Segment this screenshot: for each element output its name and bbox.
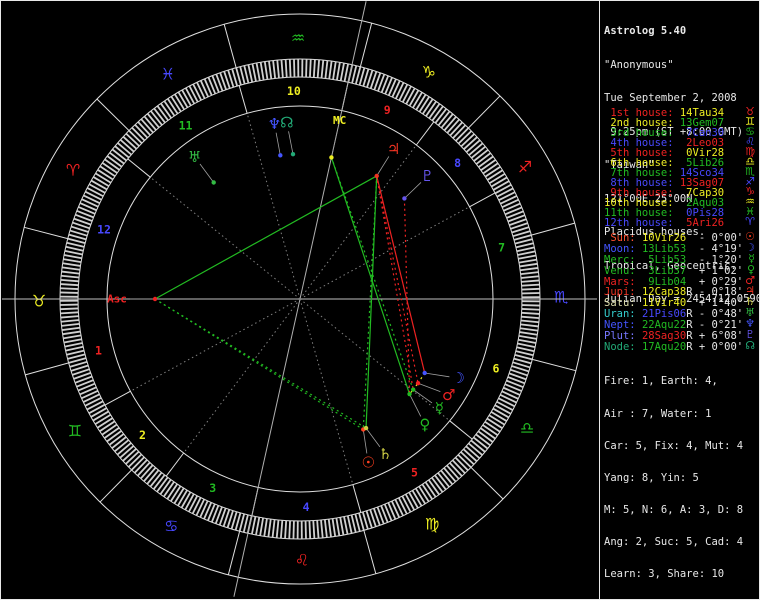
asc-label: Asc: [107, 293, 127, 306]
summary-line-house-types: Ang: 2, Suc: 5, Cad: 4: [604, 536, 744, 549]
uranus-icon: ♅: [188, 148, 201, 166]
astrolog-window: ♈ ♉ ♊ ♋ ♌ ♍ ♎ ♏ ♐ ♑ ♒ ♓ 1 2 3 4 5 6 7 8 9 10 11 12 ☉ ☽ ☿ ♀ ♂ ♃ ♄ ♅ ♆ ♇ ☊ As…: [0, 0, 760, 600]
house-number: 9: [384, 103, 391, 117]
house-number: 6: [493, 362, 500, 376]
aspect-lines: [154, 157, 426, 431]
virgo-icon: ♍: [425, 515, 439, 534]
scorpio-icon: ♏: [554, 288, 568, 307]
node-icon: ☊: [280, 113, 293, 131]
wheel-chart: ♈ ♉ ♊ ♋ ♌ ♍ ♎ ♏ ♐ ♑ ♒ ♓ 1 2 3 4 5 6 7 8 9 10 11 12 ☉ ☽ ☿ ♀ ♂ ♃ ♄ ♅ ♆ ♇ ☊ As…: [0, 0, 600, 600]
house-number: 7: [498, 241, 505, 255]
house-row: 12th house: 5Ari26 ♈: [604, 215, 756, 229]
summary-line-hemisphere: M: 5, N: 6, A: 3, D: 8: [604, 504, 744, 517]
node-icon: ☊: [745, 338, 755, 352]
neptune-icon: ♆: [268, 115, 281, 133]
element-summary-block: Fire: 1, Earth: 4, Air : 7, Water: 1 Car…: [604, 355, 743, 600]
summary-line-learn-share: Learn: 3, Share: 10: [604, 568, 725, 581]
saturn-icon: ♄: [379, 445, 392, 463]
house-number: 11: [179, 118, 193, 132]
pisces-icon: ♓: [161, 64, 175, 83]
jupiter-icon: ♃: [387, 140, 400, 158]
house-number: 2: [139, 428, 146, 442]
summary-line-modes: Car: 5, Fix: 4, Mut: 4: [604, 439, 744, 452]
aries-icon: ♈: [745, 215, 755, 228]
summary-line-elements-2: Air : 7, Water: 1: [604, 407, 712, 420]
gemini-icon: ♊: [68, 422, 82, 441]
info-sidebar: Astrolog 5.40 "Anonymous" Tue September …: [599, 0, 760, 600]
summary-line-polarity: Yang: 8, Yin: 5: [604, 471, 699, 484]
house-number: 1: [95, 343, 102, 357]
sagittarius-icon: ♐: [518, 157, 532, 176]
house-number: 12: [97, 222, 111, 236]
aries-icon: ♈: [66, 161, 80, 180]
taurus-icon: ♉: [32, 291, 46, 310]
venus-icon: ♀: [419, 415, 430, 433]
libra-icon: ♎: [520, 418, 534, 437]
mars-icon: ♂: [442, 386, 455, 404]
house-number: 10: [287, 84, 301, 98]
house-number: 8: [454, 156, 461, 170]
summary-line-elements-1: Fire: 1, Earth: 4,: [604, 375, 718, 388]
house-label: 12th house:: [604, 217, 680, 229]
leo-icon: ♌: [295, 550, 309, 569]
aquarius-icon: ♒: [291, 29, 305, 48]
planet-label: Node:: [604, 340, 642, 353]
app-title: Astrolog 5.40: [604, 25, 687, 38]
planet-rate-value: + 0°00': [692, 340, 744, 353]
chart-date: Tue September 2, 2008: [604, 92, 737, 105]
pluto-icon: ♇: [421, 167, 434, 185]
planet-glyphs: ☉☽☿♀♂♃♄♅♆♇☊: [188, 113, 465, 471]
mc-label: MC: [333, 114, 346, 127]
moon-icon: ☽: [452, 369, 465, 387]
capricorn-icon: ♑: [422, 62, 436, 81]
wheel-svg: ♈♉♊♋♌♍♎♏♐♑♒♓123456789101112☉☽☿♀♂♃♄♅♆♇☊As…: [2, 1, 597, 597]
planet-position-list: Sun: 10Vir26 - 0°00' ☉ Moon: 13Lib53 - 4°1…: [604, 231, 756, 353]
house-number: 3: [209, 481, 216, 495]
house-number: 4: [303, 500, 310, 514]
house-number: 5: [411, 466, 418, 480]
house-cusp-value: 5Ari26: [679, 217, 725, 229]
house-cusp-list: 1st house: 14Tau34 ♉ 2nd house: 13Gem07 ♊ …: [604, 106, 756, 229]
cancer-icon: ♋: [164, 517, 178, 536]
chart-name: "Anonymous": [604, 58, 674, 71]
planet-row: Node: 17Aqu20R + 0°00' ☊: [604, 338, 756, 353]
sun-icon: ☉: [361, 453, 374, 471]
planet-position-value: 17Aqu20: [641, 340, 687, 353]
